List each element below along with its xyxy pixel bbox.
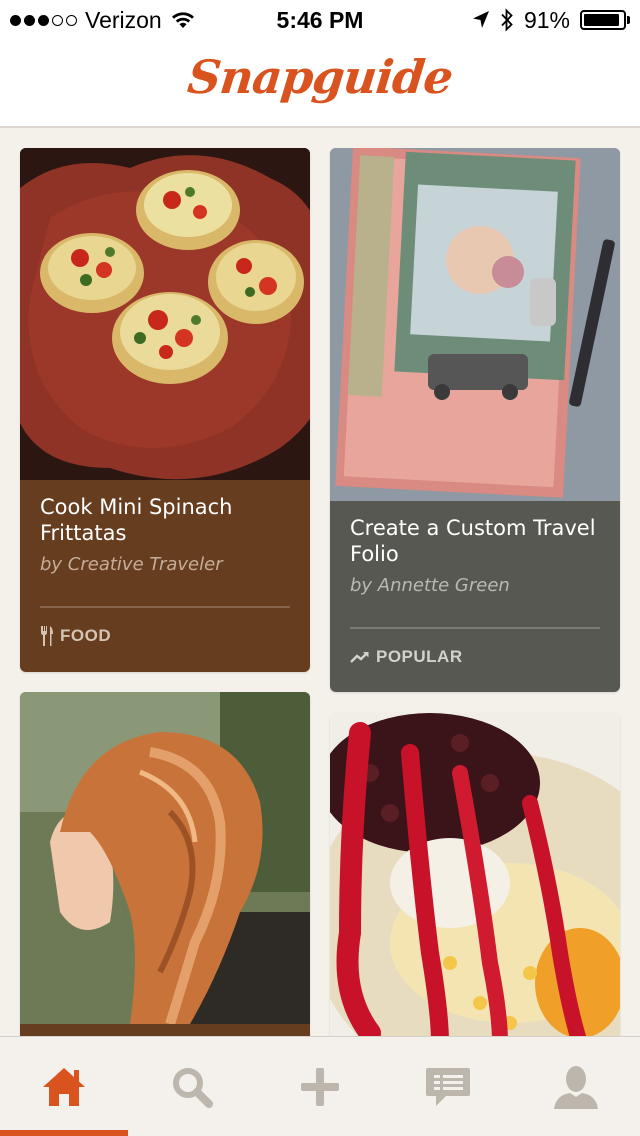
guide-photo-braid [20, 692, 310, 1024]
tab-profile[interactable] [512, 1037, 640, 1136]
guide-title[interactable]: Create a Custom Travel Folio [350, 501, 600, 567]
signal-dot [66, 14, 77, 26]
battery-body [580, 10, 626, 30]
guide-photo-burrito [330, 713, 620, 1036]
plus-icon [301, 1067, 339, 1106]
brand-logo: Snapguide [185, 50, 455, 104]
guide-card-travel-folio[interactable]: Create a Custom Travel Folio by Annette … [330, 148, 620, 692]
status-right: 91% [472, 6, 630, 34]
status-bar: Verizon 5:46 PM 91% [0, 0, 640, 40]
battery-percent: 91% [523, 6, 570, 33]
guide-author[interactable]: by Creative Traveler [40, 552, 290, 578]
tab-bar [0, 1036, 640, 1136]
signal-dot [38, 14, 49, 26]
signal-dot [52, 14, 63, 26]
guide-card-burrito[interactable] [330, 713, 620, 1036]
guide-author[interactable]: by Annette Green [350, 573, 600, 599]
guide-info: Create a Custom Travel Folio by Annette … [330, 501, 620, 692]
status-left: Verizon [10, 6, 196, 34]
category-label: FOOD [60, 626, 112, 645]
trending-up-icon [350, 652, 369, 663]
guide-feed[interactable]: Cook Mini Spinach Frittatas by Creative … [0, 128, 640, 1036]
battery-fill [584, 14, 619, 26]
profile-icon [554, 1065, 598, 1109]
category-tag[interactable]: FOOD [40, 608, 290, 664]
category-label: POPULAR [376, 647, 463, 666]
home-icon [43, 1067, 85, 1106]
battery-icon [580, 10, 630, 30]
guide-info [20, 1024, 310, 1036]
tab-create[interactable] [256, 1037, 384, 1136]
signal-dot [24, 14, 35, 26]
guide-info: Cook Mini Spinach Frittatas by Creative … [20, 480, 310, 672]
carrier-name: Verizon [85, 6, 162, 33]
fork-knife-icon [41, 626, 53, 646]
wifi-icon [171, 12, 194, 28]
tab-home[interactable] [0, 1037, 128, 1136]
signal-strength-icon [10, 14, 77, 26]
location-arrow-icon [472, 11, 489, 28]
guide-photo-travel-folio [330, 148, 620, 501]
app-header: Snapguide [0, 40, 640, 128]
guide-card-frittatas[interactable]: Cook Mini Spinach Frittatas by Creative … [20, 148, 310, 672]
guide-card-braid[interactable] [20, 692, 310, 1036]
guide-title[interactable]: Cook Mini Spinach Frittatas [40, 480, 290, 546]
messages-icon [426, 1067, 470, 1106]
search-icon [173, 1067, 213, 1108]
category-tag[interactable]: POPULAR [350, 629, 600, 685]
bluetooth-icon [501, 8, 513, 32]
guide-photo-frittatas [20, 148, 310, 480]
tab-messages[interactable] [384, 1037, 512, 1136]
signal-dot [10, 14, 21, 26]
tab-search[interactable] [128, 1037, 256, 1136]
battery-tip [627, 16, 630, 24]
